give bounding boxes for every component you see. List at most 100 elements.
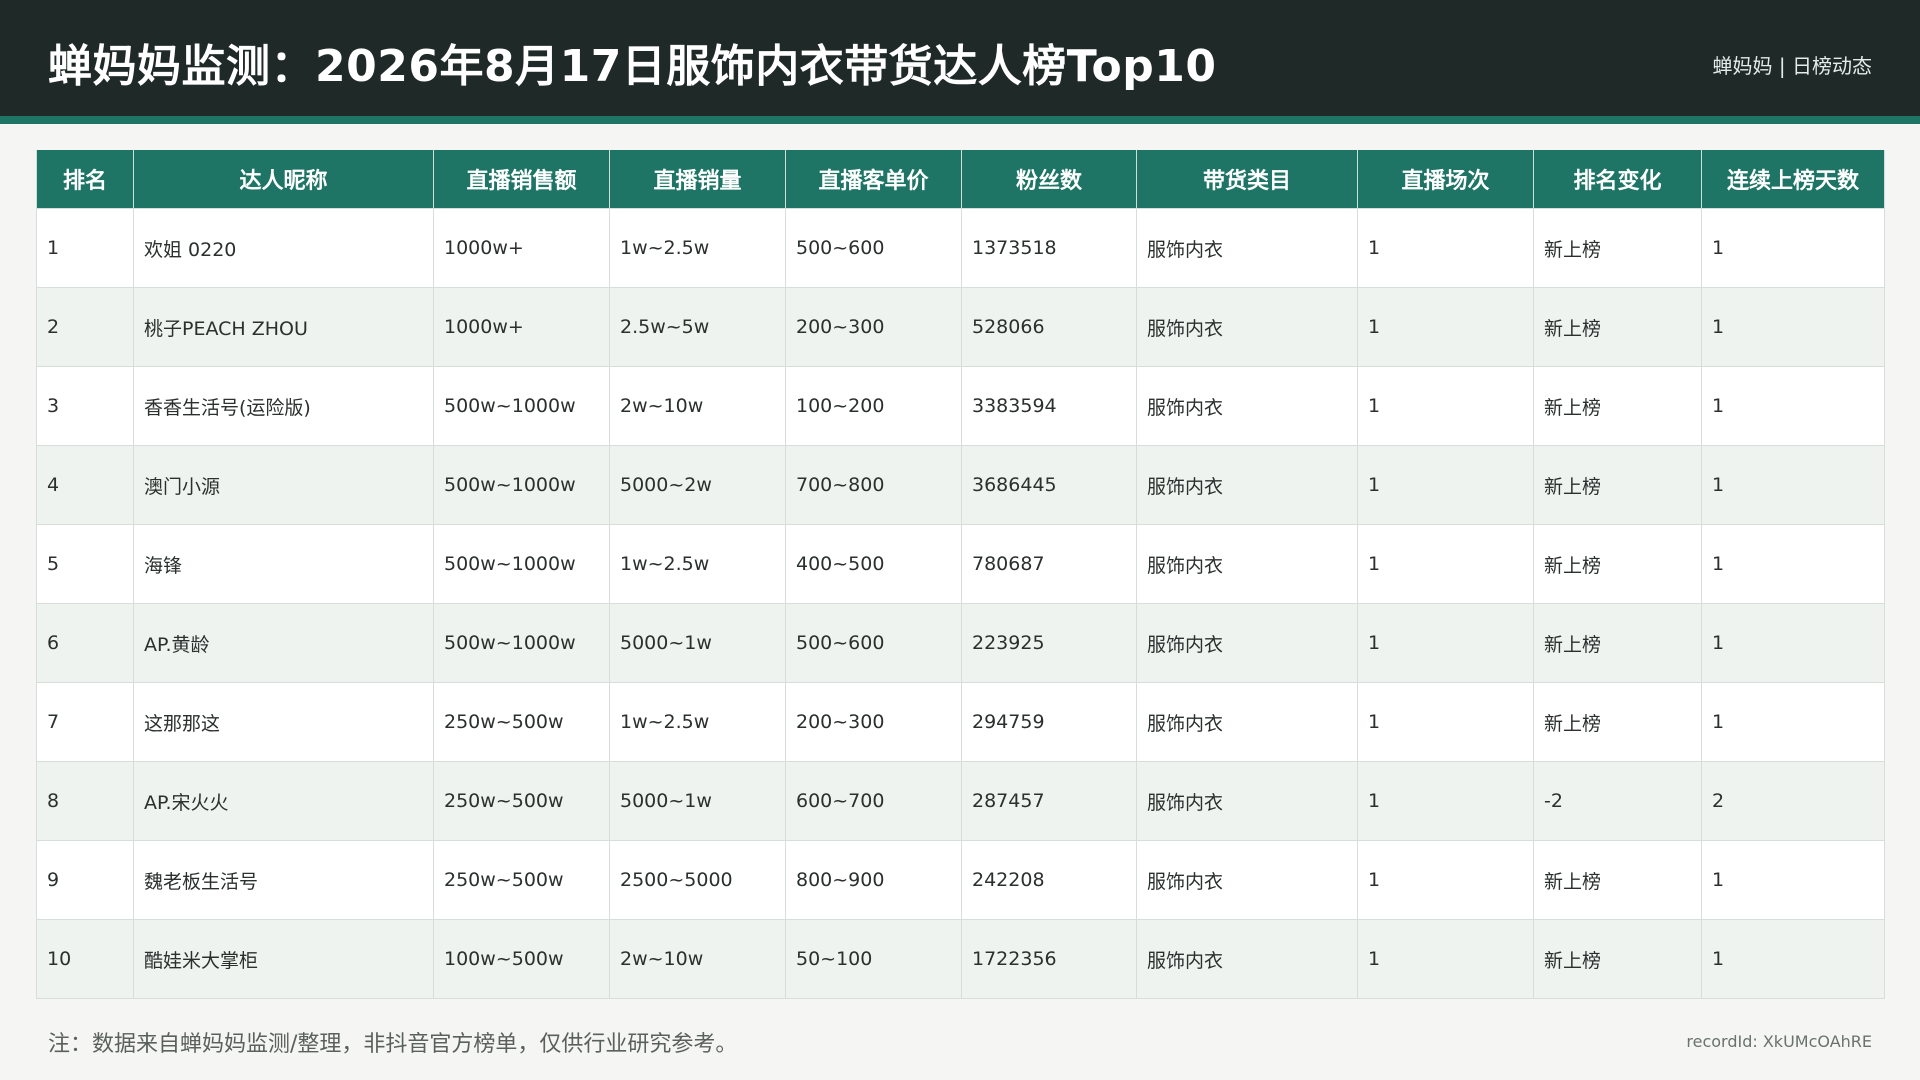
cell-live-sessions: 1 xyxy=(1357,208,1534,288)
cell-category: 服饰内衣 xyxy=(1136,445,1358,525)
column-header-category[interactable]: 带货类目 xyxy=(1136,150,1358,209)
cell-category: 服饰内衣 xyxy=(1136,524,1358,604)
cell-unit-price: 800~900 xyxy=(785,840,962,920)
cell-sales-volume: 1w~2.5w xyxy=(609,208,786,288)
table-row[interactable]: 9 魏老板生活号 250w~500w 2500~5000 800~900 242… xyxy=(36,840,1885,920)
cell-consecutive-days: 1 xyxy=(1701,682,1885,762)
cell-consecutive-days: 1 xyxy=(1701,445,1885,525)
cell-sales-amount: 500w~1000w xyxy=(433,366,610,446)
column-header-followers[interactable]: 粉丝数 xyxy=(961,150,1137,209)
cell-consecutive-days: 2 xyxy=(1701,761,1885,841)
cell-category: 服饰内衣 xyxy=(1136,682,1358,762)
column-header-unit-price[interactable]: 直播客单价 xyxy=(785,150,962,209)
cell-nickname[interactable]: 欢姐 0220 xyxy=(133,208,434,288)
cell-live-sessions: 1 xyxy=(1357,287,1534,367)
cell-sales-volume: 5000~1w xyxy=(609,603,786,683)
cell-sales-volume: 2w~10w xyxy=(609,919,786,999)
table-row[interactable]: 1 欢姐 0220 1000w+ 1w~2.5w 500~600 1373518… xyxy=(36,208,1885,288)
table-row[interactable]: 3 香香生活号(运险版) 500w~1000w 2w~10w 100~200 3… xyxy=(36,366,1885,446)
cell-rank-change: 新上榜 xyxy=(1533,682,1702,762)
column-header-consecutive-days[interactable]: 连续上榜天数 xyxy=(1701,150,1885,209)
cell-nickname[interactable]: 香香生活号(运险版) xyxy=(133,366,434,446)
brand-meta: 蝉妈妈 | 日榜动态 xyxy=(1712,54,1872,78)
cell-category: 服饰内衣 xyxy=(1136,208,1358,288)
cell-rank: 4 xyxy=(36,445,134,525)
cell-sales-amount: 1000w+ xyxy=(433,287,610,367)
cell-followers: 3686445 xyxy=(961,445,1137,525)
cell-followers: 3383594 xyxy=(961,366,1137,446)
cell-sales-amount: 500w~1000w xyxy=(433,603,610,683)
cell-rank: 3 xyxy=(36,366,134,446)
cell-consecutive-days: 1 xyxy=(1701,366,1885,446)
cell-consecutive-days: 1 xyxy=(1701,840,1885,920)
cell-rank-change: 新上榜 xyxy=(1533,445,1702,525)
cell-followers: 1722356 xyxy=(961,919,1137,999)
cell-sales-volume: 1w~2.5w xyxy=(609,524,786,604)
column-header-nickname[interactable]: 达人昵称 xyxy=(133,150,434,209)
table-row[interactable]: 6 AP.黄龄 500w~1000w 5000~1w 500~600 22392… xyxy=(36,603,1885,683)
cell-category: 服饰内衣 xyxy=(1136,603,1358,683)
column-header-live-sales-amount[interactable]: 直播销售额 xyxy=(433,150,610,209)
cell-sales-amount: 100w~500w xyxy=(433,919,610,999)
cell-unit-price: 100~200 xyxy=(785,366,962,446)
table-row[interactable]: 2 桃子PEACH ZHOU 1000w+ 2.5w~5w 200~300 52… xyxy=(36,287,1885,367)
page-title: 蝉妈妈监测：2026年8月17日服饰内衣带货达人榜Top10 xyxy=(48,41,1217,92)
table-row[interactable]: 8 AP.宋火火 250w~500w 5000~1w 600~700 28745… xyxy=(36,761,1885,841)
cell-sales-amount: 250w~500w xyxy=(433,840,610,920)
cell-nickname[interactable]: 海锋 xyxy=(133,524,434,604)
cell-nickname[interactable]: AP.宋火火 xyxy=(133,761,434,841)
cell-followers: 528066 xyxy=(961,287,1137,367)
table-row[interactable]: 7 这那那这 250w~500w 1w~2.5w 200~300 294759 … xyxy=(36,682,1885,762)
cell-rank-change: 新上榜 xyxy=(1533,603,1702,683)
cell-sales-volume: 2.5w~5w xyxy=(609,287,786,367)
cell-followers: 223925 xyxy=(961,603,1137,683)
cell-nickname[interactable]: 魏老板生活号 xyxy=(133,840,434,920)
cell-nickname[interactable]: 桃子PEACH ZHOU xyxy=(133,287,434,367)
cell-nickname[interactable]: 澳门小源 xyxy=(133,445,434,525)
cell-rank: 6 xyxy=(36,603,134,683)
cell-consecutive-days: 1 xyxy=(1701,919,1885,999)
cell-followers: 1373518 xyxy=(961,208,1137,288)
footnote: 注：数据来自蝉妈妈监测/整理，非抖音官方榜单，仅供行业研究参考。 xyxy=(48,1032,738,1057)
column-header-rank[interactable]: 排名 xyxy=(36,150,134,209)
cell-rank: 7 xyxy=(36,682,134,762)
cell-category: 服饰内衣 xyxy=(1136,840,1358,920)
table-row[interactable]: 4 澳门小源 500w~1000w 5000~2w 700~800 368644… xyxy=(36,445,1885,525)
column-header-live-sessions[interactable]: 直播场次 xyxy=(1357,150,1534,209)
cell-sales-amount: 250w~500w xyxy=(433,761,610,841)
cell-sales-volume: 1w~2.5w xyxy=(609,682,786,762)
cell-nickname[interactable]: AP.黄龄 xyxy=(133,603,434,683)
table-row[interactable]: 10 酷娃米大掌柜 100w~500w 2w~10w 50~100 172235… xyxy=(36,919,1885,999)
cell-unit-price: 500~600 xyxy=(785,603,962,683)
cell-category: 服饰内衣 xyxy=(1136,919,1358,999)
cell-category: 服饰内衣 xyxy=(1136,287,1358,367)
cell-unit-price: 600~700 xyxy=(785,761,962,841)
cell-sales-amount: 1000w+ xyxy=(433,208,610,288)
cell-sales-amount: 500w~1000w xyxy=(433,524,610,604)
cell-nickname[interactable]: 这那那这 xyxy=(133,682,434,762)
cell-nickname[interactable]: 酷娃米大掌柜 xyxy=(133,919,434,999)
cell-rank-change: -2 xyxy=(1533,761,1702,841)
cell-rank: 1 xyxy=(36,208,134,288)
column-header-rank-change[interactable]: 排名变化 xyxy=(1533,150,1702,209)
ranking-table: 排名 达人昵称 直播销售额 直播销量 直播客单价 粉丝数 带货类目 直播场次 排… xyxy=(36,150,1885,999)
cell-category: 服饰内衣 xyxy=(1136,761,1358,841)
cell-live-sessions: 1 xyxy=(1357,682,1534,762)
cell-live-sessions: 1 xyxy=(1357,524,1534,604)
column-header-live-sales-volume[interactable]: 直播销量 xyxy=(609,150,786,209)
cell-rank-change: 新上榜 xyxy=(1533,524,1702,604)
cell-consecutive-days: 1 xyxy=(1701,287,1885,367)
cell-rank-change: 新上榜 xyxy=(1533,287,1702,367)
cell-rank: 5 xyxy=(36,524,134,604)
cell-rank-change: 新上榜 xyxy=(1533,840,1702,920)
cell-live-sessions: 1 xyxy=(1357,366,1534,446)
cell-live-sessions: 1 xyxy=(1357,761,1534,841)
cell-rank: 9 xyxy=(36,840,134,920)
cell-rank-change: 新上榜 xyxy=(1533,208,1702,288)
cell-sales-amount: 250w~500w xyxy=(433,682,610,762)
cell-unit-price: 700~800 xyxy=(785,445,962,525)
table-row[interactable]: 5 海锋 500w~1000w 1w~2.5w 400~500 780687 服… xyxy=(36,524,1885,604)
header-accent-stripe xyxy=(0,116,1920,124)
cell-live-sessions: 1 xyxy=(1357,840,1534,920)
cell-unit-price: 50~100 xyxy=(785,919,962,999)
